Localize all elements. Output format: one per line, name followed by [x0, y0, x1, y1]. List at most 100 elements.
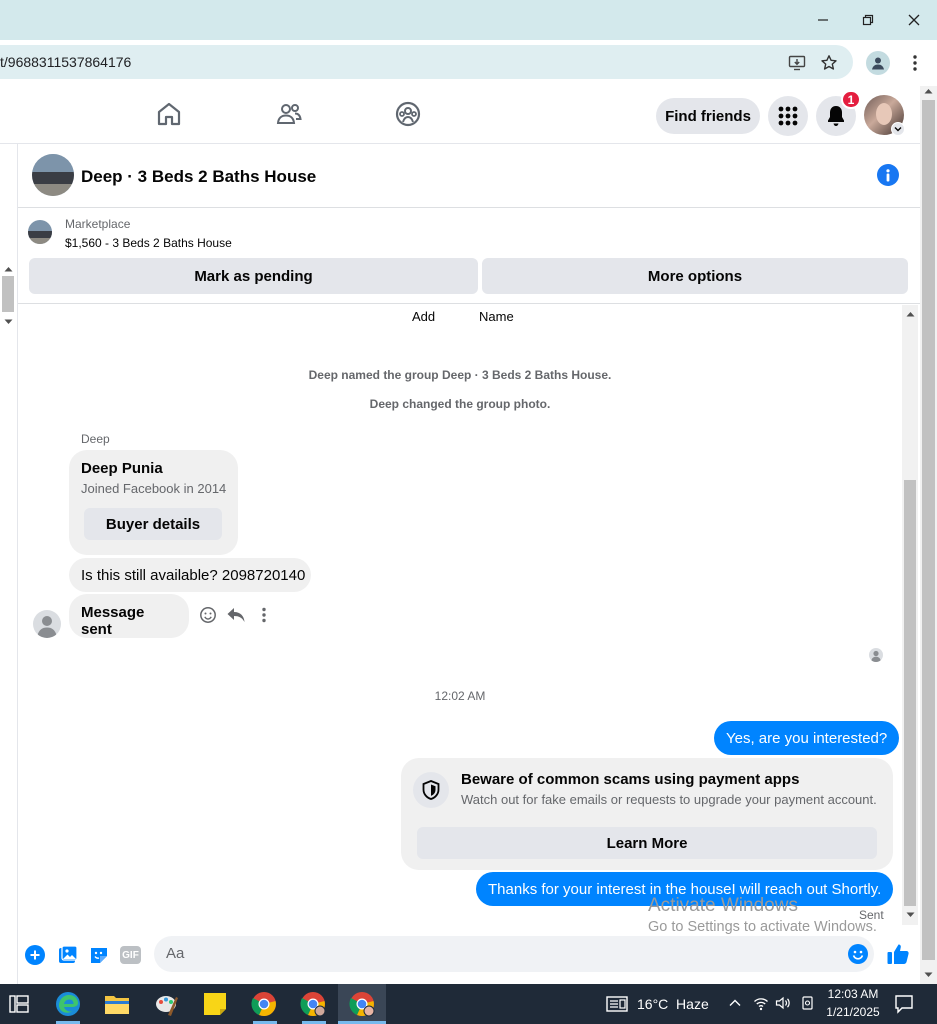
message-text: Is this still available? 2098720140	[81, 566, 306, 584]
gif-button[interactable]: GIF	[120, 946, 141, 964]
chrome-icon[interactable]	[248, 988, 280, 1020]
buyer-details-button[interactable]: Buyer details	[84, 508, 222, 540]
contact-card: Deep Punia Joined Facebook in 2014 Buyer…	[69, 450, 238, 555]
weather-text[interactable]: 16°C Haze	[637, 996, 709, 1012]
paint-icon[interactable]	[151, 988, 183, 1020]
react-emoji-icon[interactable]	[199, 606, 217, 624]
edge-icon[interactable]	[52, 988, 84, 1020]
thumbs-up-icon[interactable]	[886, 942, 910, 966]
chrome-menu-icon[interactable]	[906, 52, 924, 74]
message-input-placeholder: Aa	[166, 945, 185, 962]
add-label[interactable]: Add	[412, 309, 435, 324]
restore-icon[interactable]	[853, 8, 883, 32]
scroll-down-arrow-icon[interactable]	[924, 972, 933, 978]
photo-icon[interactable]	[58, 945, 78, 965]
network-icon[interactable]	[753, 995, 769, 1011]
system-message: Deep changed the group photo.	[369, 397, 551, 411]
listing-title[interactable]: $1,560 - 3 Beds 2 Baths House	[65, 236, 232, 250]
notification-badge: 1	[841, 90, 861, 109]
message-text: Yes, are you interested?	[726, 729, 888, 747]
address-bar[interactable]: t/9688311537864176	[0, 45, 853, 79]
buyer-details-label: Buyer details	[105, 515, 201, 533]
more-options-button[interactable]: More options	[482, 258, 908, 294]
left-panel-edge	[0, 144, 18, 984]
chat-header: Deep · 3 Beds 2 Baths House	[18, 144, 920, 208]
learn-more-label: Learn More	[606, 834, 688, 852]
seen-avatar	[869, 648, 883, 662]
weather-icon[interactable]	[606, 995, 628, 1013]
scam-title: Beware of common scams using payment app…	[461, 771, 800, 788]
activate-windows-subtitle: Go to Settings to activate Windows.	[648, 919, 877, 935]
emoji-icon[interactable]	[848, 944, 868, 964]
windows-taskbar	[0, 984, 937, 1024]
msg-scroll-down-icon[interactable]	[906, 912, 915, 918]
shield-icon	[413, 772, 449, 808]
chat-title[interactable]: Deep · 3 Beds 2 Baths House	[81, 167, 316, 187]
volume-icon[interactable]	[775, 995, 791, 1011]
page-scrollbar[interactable]	[920, 86, 937, 984]
message-bubble[interactable]: Message sent	[69, 594, 189, 638]
plus-icon[interactable]	[25, 945, 45, 965]
clock-date[interactable]: 1/21/2025	[822, 1005, 884, 1019]
info-icon[interactable]	[877, 164, 899, 186]
scam-warning-card: Beware of common scams using payment app…	[401, 758, 893, 870]
my-message-bubble[interactable]: Yes, are you interested?	[714, 721, 900, 755]
gif-label: GIF	[122, 949, 139, 961]
browser-title-bar	[0, 0, 937, 40]
name-label[interactable]: Name	[479, 309, 514, 324]
contact-sub: Joined Facebook in 2014	[81, 481, 227, 496]
sticky-notes-icon[interactable]	[199, 988, 231, 1020]
grid-icon	[778, 106, 798, 126]
battery-icon[interactable]	[800, 995, 816, 1011]
left-scroll-thumb[interactable]	[2, 276, 14, 312]
more-actions-icon[interactable]	[258, 606, 270, 624]
learn-more-button[interactable]: Learn More	[417, 827, 877, 859]
install-app-icon[interactable]	[786, 52, 808, 74]
more-options-label: More options	[647, 267, 743, 285]
chrome-profile-icon[interactable]	[297, 988, 329, 1020]
find-friends-label: Find friends	[665, 107, 751, 125]
account-chevron-icon[interactable]	[891, 122, 905, 136]
menu-grid-button[interactable]	[768, 96, 808, 136]
minimize-icon[interactable]	[808, 8, 838, 32]
scroll-up-arrow-icon[interactable]	[924, 88, 933, 94]
sticker-icon[interactable]	[89, 945, 109, 965]
address-row: t/9688311537864176	[0, 40, 937, 86]
listing-thumbnail[interactable]	[28, 220, 52, 244]
group-photo[interactable]	[32, 154, 74, 196]
groups-icon[interactable]	[394, 100, 424, 130]
system-message: Deep named the group Deep · 3 Beds 2 Bat…	[308, 368, 612, 382]
message-text: Message sent	[81, 604, 145, 638]
home-icon[interactable]	[155, 100, 185, 130]
page-scroll-thumb[interactable]	[922, 100, 935, 960]
contact-name: Deep Punia	[81, 460, 163, 477]
url-text: t/9688311537864176	[0, 54, 132, 70]
tray-chevron-up-icon[interactable]	[728, 996, 742, 1010]
message-list: Add Name Deep named the group Deep · 3 B…	[18, 305, 902, 935]
message-bubble[interactable]: Is this still available? 2098720140	[69, 558, 311, 592]
mark-as-pending-button[interactable]: Mark as pending	[29, 258, 478, 294]
find-friends-button[interactable]: Find friends	[656, 98, 760, 134]
notification-center-icon[interactable]	[894, 994, 914, 1014]
bookmark-star-icon[interactable]	[818, 52, 840, 74]
left-scroll-up-icon	[4, 267, 13, 272]
close-icon[interactable]	[899, 8, 929, 32]
bell-icon	[828, 106, 844, 126]
message-input[interactable]: Aa	[154, 936, 874, 972]
timestamp: 12:02 AM	[434, 689, 486, 703]
task-view-icon[interactable]	[3, 988, 35, 1020]
chrome-active-icon[interactable]	[346, 988, 378, 1020]
msg-scroll-up-icon[interactable]	[906, 311, 915, 317]
messages-scrollbar[interactable]	[902, 305, 918, 925]
activate-windows-title: Activate Windows	[648, 895, 798, 916]
clock-time[interactable]: 12:03 AM	[822, 987, 884, 1001]
msg-scroll-thumb[interactable]	[904, 480, 916, 906]
friends-icon[interactable]	[275, 100, 305, 130]
reply-icon[interactable]	[226, 606, 246, 624]
marketplace-label: Marketplace	[65, 217, 131, 231]
marketplace-bar: Marketplace $1,560 - 3 Beds 2 Baths Hous…	[18, 208, 920, 304]
profile-icon[interactable]	[866, 51, 890, 75]
sender-name: Deep	[81, 432, 110, 446]
sender-avatar[interactable]	[33, 610, 61, 638]
file-explorer-icon[interactable]	[101, 988, 133, 1020]
